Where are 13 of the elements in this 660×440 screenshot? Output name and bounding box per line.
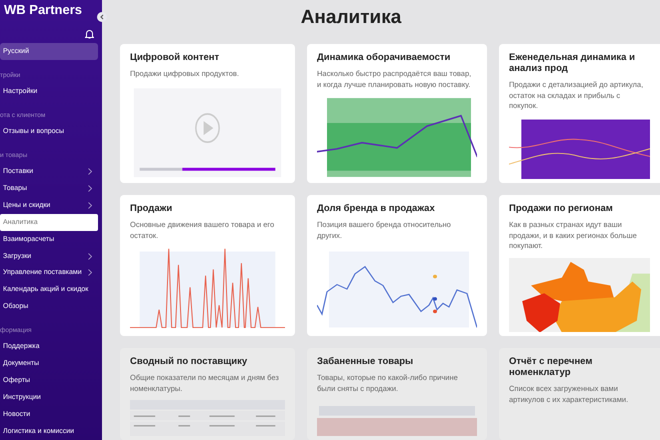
card-title: Забаненные товары (317, 356, 414, 367)
card-title: Доля бренда в продажах (317, 203, 436, 214)
bell-icon[interactable] (85, 29, 94, 39)
card-title: Цифровой контент (130, 52, 220, 63)
card-title: Продажи по регионам (509, 203, 614, 214)
card-title: Динамика оборачиваемости (317, 52, 452, 63)
card-title: Еженедельная динамика и анализ прод (509, 52, 636, 74)
collapse-icon[interactable] (97, 12, 107, 22)
card-title: Продажи (130, 203, 174, 214)
page-title: Аналитика (300, 7, 402, 29)
card-title: Отчёт с перечнем номенклатур (509, 356, 594, 378)
logo: WB Partners (3, 2, 84, 17)
card-title: Сводный по поставщику (130, 356, 248, 367)
